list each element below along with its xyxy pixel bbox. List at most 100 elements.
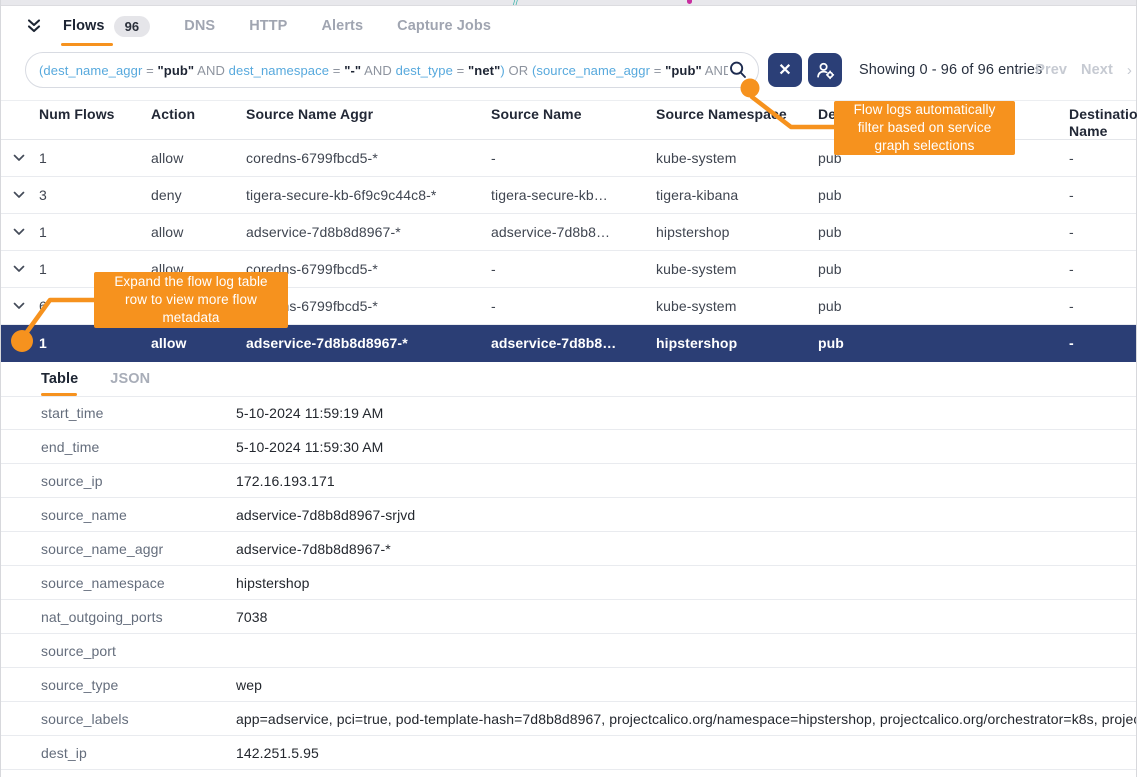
detail-key: source_port	[41, 643, 236, 659]
tooltip-text: Flow logs automatically filter based on …	[844, 101, 1005, 155]
expand-row-chevron-icon[interactable]	[13, 154, 39, 162]
cell-source-name: -	[491, 298, 656, 314]
detail-value: adservice-7d8b8d8967-*	[236, 541, 1136, 557]
prev-page-button[interactable]: Prev	[1035, 62, 1067, 78]
query-segment: )	[500, 63, 508, 78]
filter-query-input[interactable]: (dest_name_aggr = "pub" AND dest_namespa…	[25, 52, 759, 88]
query-segment: "pub"	[158, 63, 195, 78]
detail-key: source_name	[41, 507, 236, 523]
tab-dns[interactable]: DNS	[180, 6, 219, 46]
detail-row: dest_ip 142.251.5.95	[1, 736, 1136, 770]
tab-flows[interactable]: Flows 96	[59, 6, 154, 46]
query-segment: OR	[509, 63, 532, 78]
expand-row-chevron-icon[interactable]	[13, 191, 39, 199]
clear-filter-button[interactable]: ✕	[768, 53, 802, 87]
prev-chevron-icon: ‹	[1016, 62, 1021, 79]
expand-row-chevron-icon[interactable]	[13, 228, 39, 236]
expand-row-chevron-icon[interactable]	[13, 302, 39, 310]
column-header-action: Action	[151, 106, 246, 123]
detail-key: start_time	[41, 405, 236, 421]
detail-row: source_name adservice-7d8b8d8967-srjvd	[1, 498, 1136, 532]
detail-value: 142.251.5.95	[236, 745, 1136, 761]
detail-value: 172.16.193.171	[236, 473, 1136, 489]
query-segment: "net"	[468, 63, 500, 78]
query-segment: (source_name_aggr	[532, 63, 650, 78]
user-settings-button[interactable]	[808, 53, 842, 87]
cell-source-name: adservice-7d8b8…	[491, 224, 656, 240]
query-segment: =	[329, 63, 344, 78]
tab-detail-table[interactable]: Table	[41, 362, 78, 396]
cell-source-namespace: hipstershop	[656, 224, 818, 240]
tab-label: DNS	[184, 18, 215, 34]
detail-value: 5-10-2024 11:59:30 AM	[236, 439, 1136, 455]
detail-value: wep	[236, 677, 1136, 693]
cell-destination-name: -	[1069, 150, 1136, 166]
tab-http[interactable]: HTTP	[245, 6, 291, 46]
detail-row: end_time 5-10-2024 11:59:30 AM	[1, 430, 1136, 464]
detail-row: source_ip 172.16.193.171	[1, 464, 1136, 498]
column-header-source-namespace: Source Namespace	[656, 106, 818, 123]
cell-source-namespace: tigera-kibana	[656, 187, 818, 203]
search-icon[interactable]	[728, 53, 758, 87]
cell-destination-name: -	[1069, 261, 1136, 277]
query-segment: "pub"	[665, 63, 702, 78]
flow-detail-table: start_time 5-10-2024 11:59:19 AM end_tim…	[1, 396, 1136, 770]
tab-label: HTTP	[249, 18, 287, 34]
flow-log-tab-bar: Flows 96 DNS HTTP Alerts Capture Jobs	[1, 6, 1136, 46]
collapse-panel-icon[interactable]	[23, 15, 45, 37]
tooltip-expand-note: Expand the flow log table row to view mo…	[94, 272, 288, 328]
query-segment: =	[650, 63, 665, 78]
flow-table-row[interactable]: 3 deny tigera-secure-kb-6f9c9c44c8-* tig…	[1, 177, 1136, 214]
query-segment: =	[142, 63, 157, 78]
detail-value: app=adservice, pci=true, pod-template-ha…	[236, 711, 1136, 727]
cell-source-name: adservice-7d8b8…	[491, 335, 656, 351]
column-header-source-name: Source Name	[491, 106, 656, 123]
expand-row-chevron-icon[interactable]	[13, 265, 39, 273]
tab-alerts[interactable]: Alerts	[317, 6, 367, 46]
cell-destination-name-aggr: pub	[818, 261, 1069, 277]
tab-label: Alerts	[321, 18, 363, 34]
cell-action: allow	[151, 224, 246, 240]
cell-destination-name: -	[1069, 187, 1136, 203]
pagination: ‹ Prev Next ›	[1016, 46, 1132, 94]
tab-detail-json[interactable]: JSON	[110, 362, 150, 396]
cell-source-namespace: hipstershop	[656, 335, 818, 351]
query-segment: dest_namespace	[229, 63, 329, 78]
query-segment: AND	[361, 63, 395, 78]
tab-capture-jobs[interactable]: Capture Jobs	[393, 6, 495, 46]
expand-row-chevron-icon[interactable]	[13, 339, 39, 347]
background-graph-marks: //	[513, 0, 525, 5]
cell-source-name-aggr: adservice-7d8b8d8967-*	[246, 335, 491, 351]
detail-row: source_name_aggr adservice-7d8b8d8967-*	[1, 532, 1136, 566]
query-segment: AND	[194, 63, 228, 78]
detail-value: adservice-7d8b8d8967-srjvd	[236, 507, 1136, 523]
flow-table-row[interactable]: 1 allow adservice-7d8b8d8967-* adservice…	[1, 214, 1136, 251]
next-chevron-icon: ›	[1127, 62, 1132, 79]
next-page-button[interactable]: Next	[1081, 62, 1113, 78]
detail-key: source_name_aggr	[41, 541, 236, 557]
flow-table-row[interactable]: 1 allow adservice-7d8b8d8967-* adservice…	[1, 325, 1136, 362]
cell-destination-name-aggr: pub	[818, 335, 1069, 351]
cell-source-name-aggr: adservice-7d8b8d8967-*	[246, 224, 491, 240]
cell-destination-name-aggr: pub	[818, 187, 1069, 203]
tab-label: Flows	[63, 18, 105, 34]
flow-table-body: 1 allow coredns-6799fbcd5-* - kube-syste…	[1, 140, 1136, 362]
detail-key: end_time	[41, 439, 236, 455]
cell-source-name-aggr: coredns-6799fbcd5-*	[246, 150, 491, 166]
cell-action: allow	[151, 335, 246, 351]
detail-row: source_namespace hipstershop	[1, 566, 1136, 600]
cell-source-name: -	[491, 261, 656, 277]
cell-source-namespace: kube-system	[656, 150, 818, 166]
tooltip-filter-note: Flow logs automatically filter based on …	[834, 101, 1015, 155]
detail-row: source_port	[1, 634, 1136, 668]
cell-source-name: -	[491, 150, 656, 166]
cell-num-flows: 1	[39, 335, 151, 351]
cell-num-flows: 1	[39, 224, 151, 240]
tooltip-text: Expand the flow log table row to view mo…	[104, 273, 278, 327]
detail-value: hipstershop	[236, 575, 1136, 591]
detail-value: 7038	[236, 609, 1136, 625]
query-segment: AND	[702, 63, 728, 78]
cell-source-namespace: kube-system	[656, 298, 818, 314]
tab-label: Capture Jobs	[397, 18, 491, 34]
detail-row: source_labels app=adservice, pci=true, p…	[1, 702, 1136, 736]
